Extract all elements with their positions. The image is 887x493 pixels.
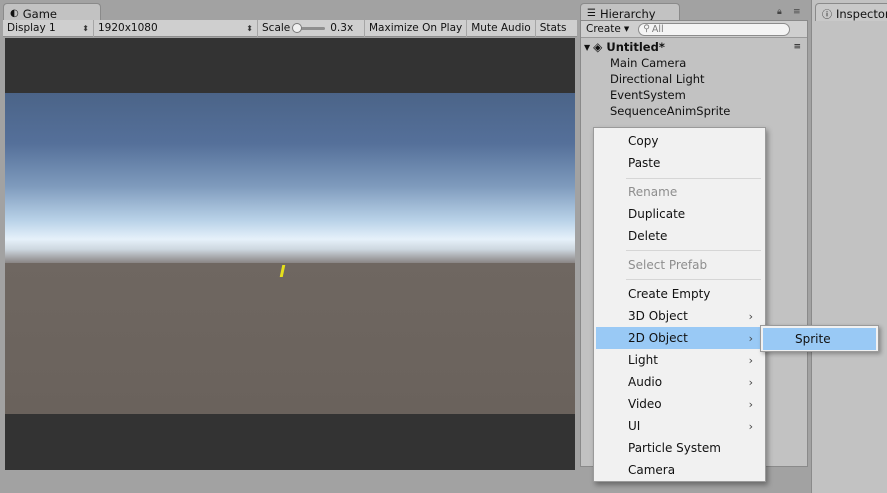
menu-item-light[interactable]: Light › bbox=[596, 349, 763, 371]
info-icon: ⓘ bbox=[822, 10, 832, 21]
submenu-arrow-icon: › bbox=[748, 375, 753, 389]
dropdown-arrow-icon: ⬍ bbox=[82, 23, 89, 33]
menu-item-select-prefab: Select Prefab bbox=[596, 254, 763, 276]
expand-triangle-icon[interactable]: ▼ bbox=[584, 43, 590, 52]
scene-menu-icon[interactable]: ≡ bbox=[793, 42, 801, 52]
menu-item-label: Paste bbox=[628, 156, 661, 170]
submenu-arrow-icon: › bbox=[748, 331, 753, 345]
scale-value: 0.3x bbox=[330, 22, 354, 34]
menu-item-copy[interactable]: Copy bbox=[596, 130, 763, 152]
submenu-arrow-icon: › bbox=[748, 353, 753, 367]
game-icon: ◐ bbox=[10, 8, 19, 19]
context-menu: Copy Paste Rename Duplicate Delete Selec… bbox=[593, 127, 766, 482]
menu-item-camera[interactable]: Camera bbox=[596, 459, 763, 481]
menu-item-rename: Rename bbox=[596, 181, 763, 203]
dropdown-arrow-icon: ▼ bbox=[623, 25, 630, 33]
hierarchy-item-label: Directional Light bbox=[610, 72, 705, 86]
inspector-panel: ⓘ Inspector bbox=[811, 0, 887, 493]
hierarchy-toolbar: Create ▼ ⚲ All bbox=[581, 21, 807, 38]
ground-plane bbox=[5, 263, 575, 414]
hierarchy-item-label: SequenceAnimSprite bbox=[610, 104, 731, 118]
hierarchy-item[interactable]: SequenceAnimSprite bbox=[610, 103, 730, 119]
submenu-2d-object: Sprite bbox=[760, 325, 879, 352]
hierarchy-tab-label: Hierarchy bbox=[599, 6, 656, 21]
menu-separator bbox=[626, 178, 761, 179]
skybox bbox=[5, 93, 575, 263]
create-label: Create bbox=[586, 23, 621, 35]
search-input[interactable]: ⚲ All bbox=[638, 22, 791, 36]
search-placeholder: All bbox=[651, 23, 664, 35]
game-tab[interactable]: ◐ Game bbox=[3, 3, 101, 21]
menu-item-label: Create Empty bbox=[628, 287, 711, 301]
hierarchy-item-label: Main Camera bbox=[610, 56, 687, 70]
menu-separator bbox=[626, 279, 761, 280]
scene-name: Untitled* bbox=[606, 40, 665, 54]
scale-slider-knob[interactable] bbox=[292, 22, 303, 33]
menu-item-video[interactable]: Video › bbox=[596, 393, 763, 415]
menu-item-label: Audio bbox=[628, 375, 663, 389]
hierarchy-item[interactable]: EventSystem bbox=[610, 87, 686, 103]
menu-item-label: Delete bbox=[628, 229, 668, 243]
resolution-dropdown[interactable]: 1920x1080 ⬍ bbox=[94, 19, 258, 37]
menu-item-ui[interactable]: UI › bbox=[596, 415, 763, 437]
menu-item-sprite[interactable]: Sprite bbox=[763, 328, 876, 350]
menu-item-label: Sprite bbox=[795, 332, 831, 346]
menu-item-label: 2D Object bbox=[628, 331, 688, 345]
inspector-tab-label: Inspector bbox=[836, 6, 887, 21]
menu-item-2d-object[interactable]: 2D Object › bbox=[596, 327, 763, 349]
mute-audio-toggle[interactable]: Mute Audio bbox=[467, 19, 536, 37]
hierarchy-tab[interactable]: ☰ Hierarchy bbox=[580, 3, 680, 21]
menu-item-duplicate[interactable]: Duplicate bbox=[596, 203, 763, 225]
lock-icon[interactable]: 🔒︎ bbox=[777, 7, 782, 17]
scene-row[interactable]: ▼ ◈ Untitled* ≡ bbox=[581, 39, 807, 55]
menu-item-label: Duplicate bbox=[628, 207, 686, 221]
display-label: Display 1 bbox=[7, 22, 56, 34]
menu-item-label: Particle System bbox=[628, 441, 721, 455]
menu-item-label: Copy bbox=[628, 134, 659, 148]
submenu-arrow-icon: › bbox=[748, 419, 753, 433]
menu-item-label: Camera bbox=[628, 463, 676, 477]
menu-item-label: Rename bbox=[628, 185, 678, 199]
stats-label: Stats bbox=[539, 22, 567, 34]
inspector-tab[interactable]: ⓘ Inspector bbox=[815, 3, 887, 21]
maximize-label: Maximize On Play bbox=[369, 22, 463, 34]
menu-item-audio[interactable]: Audio › bbox=[596, 371, 763, 393]
scale-slider[interactable] bbox=[292, 22, 326, 33]
menu-separator bbox=[626, 250, 761, 251]
game-panel: ◐ Game Display 1 ⬍ 1920x1080 ⬍ Scale 0.3… bbox=[0, 0, 577, 493]
menu-item-create-empty[interactable]: Create Empty bbox=[596, 283, 763, 305]
game-tab-label: Game bbox=[22, 6, 57, 21]
menu-item-label: Select Prefab bbox=[628, 258, 708, 272]
scale-control[interactable]: Scale 0.3x bbox=[258, 19, 365, 37]
game-viewport[interactable] bbox=[5, 38, 575, 470]
game-toolbar: Display 1 ⬍ 1920x1080 ⬍ Scale 0.3x Maxim… bbox=[3, 19, 577, 37]
hierarchy-item[interactable]: Directional Light bbox=[610, 71, 705, 87]
resolution-label: 1920x1080 bbox=[98, 22, 158, 34]
menu-item-delete[interactable]: Delete bbox=[596, 225, 763, 247]
search-icon: ⚲ bbox=[643, 24, 650, 34]
stats-toggle[interactable]: Stats bbox=[536, 20, 571, 37]
hierarchy-item[interactable]: Main Camera bbox=[610, 55, 686, 71]
mute-label: Mute Audio bbox=[471, 22, 531, 34]
display-dropdown[interactable]: Display 1 ⬍ bbox=[3, 19, 94, 37]
create-button[interactable]: Create ▼ bbox=[583, 23, 632, 35]
hierarchy-item-label: EventSystem bbox=[610, 88, 686, 102]
menu-item-paste[interactable]: Paste bbox=[596, 152, 763, 174]
dropdown-arrow-icon: ⬍ bbox=[246, 23, 253, 33]
menu-item-3d-object[interactable]: 3D Object › bbox=[596, 305, 763, 327]
menu-item-label: 3D Object bbox=[628, 309, 688, 323]
submenu-arrow-icon: › bbox=[748, 309, 753, 323]
menu-item-particle-system[interactable]: Particle System bbox=[596, 437, 763, 459]
menu-item-label: Light bbox=[628, 353, 658, 367]
list-icon: ☰ bbox=[587, 8, 596, 19]
scale-label: Scale bbox=[262, 22, 291, 34]
submenu-arrow-icon: › bbox=[748, 397, 753, 411]
panel-menu-icon[interactable]: ≡ bbox=[793, 7, 801, 17]
menu-item-label: UI bbox=[628, 419, 641, 433]
maximize-on-play-toggle[interactable]: Maximize On Play bbox=[365, 19, 468, 37]
unity-logo-icon: ◈ bbox=[593, 40, 603, 54]
menu-item-label: Video bbox=[628, 397, 662, 411]
